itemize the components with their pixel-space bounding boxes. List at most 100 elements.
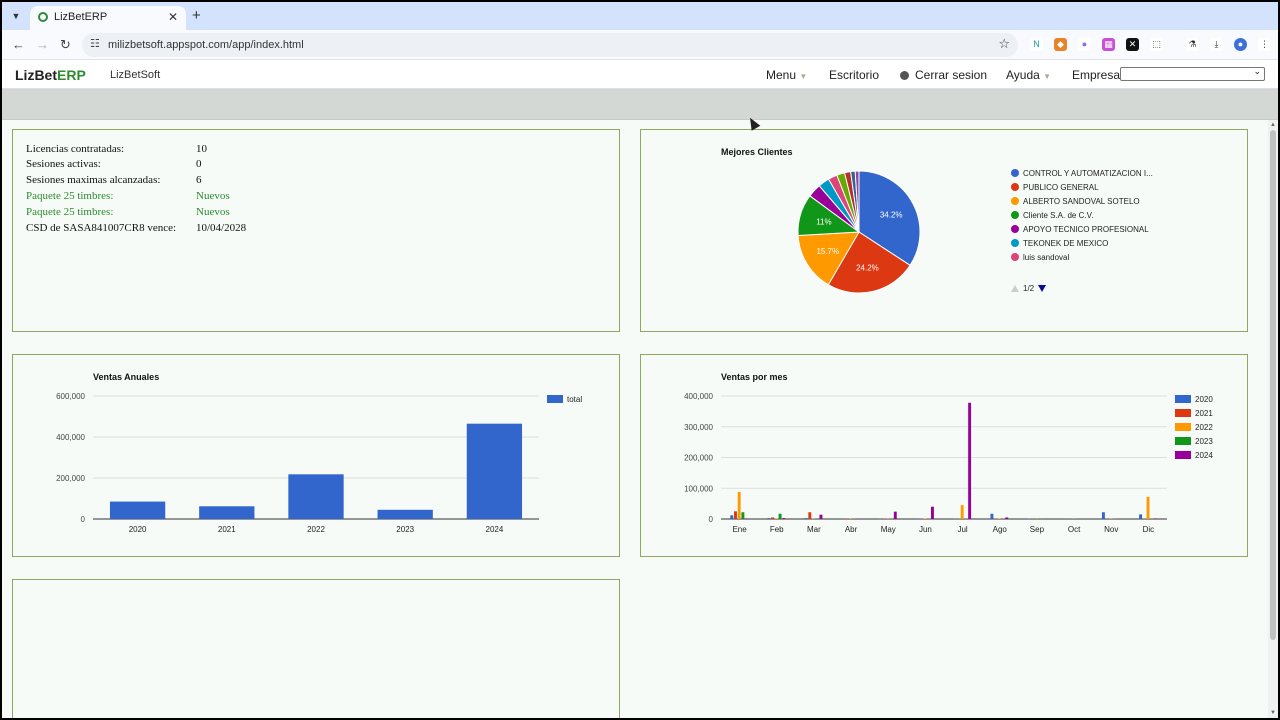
legend-entry[interactable]: PUBLICO GENERAL (1023, 183, 1099, 192)
x-tick-label: Sep (1030, 525, 1045, 534)
extension-cloud-icon[interactable]: ● (1078, 38, 1091, 51)
legend-entry[interactable]: APOYO TECNICO PROFESIONAL (1023, 225, 1149, 234)
extension-capture-icon[interactable]: ✕ (1126, 38, 1139, 51)
metamask-fox-icon[interactable]: ◆ (1054, 38, 1067, 51)
bar[interactable] (960, 505, 964, 519)
legend-entry[interactable]: 2023 (1195, 437, 1213, 446)
bar[interactable] (778, 513, 782, 519)
bar[interactable] (923, 518, 927, 519)
x-tick-label: Jul (957, 525, 967, 534)
pie-slice-label: 15.7% (816, 247, 839, 256)
legend-entry[interactable]: ALBERTO SANDOVAL SOTELO (1023, 197, 1140, 206)
y-tick-label: 0 (709, 515, 714, 524)
legend-entry[interactable]: 2020 (1195, 395, 1213, 404)
extension-n-icon[interactable]: N (1030, 38, 1043, 51)
bar[interactable] (968, 402, 972, 519)
extensions-puzzle-icon[interactable]: ⬚ (1150, 38, 1163, 51)
bar[interactable] (990, 513, 994, 519)
bar[interactable] (741, 512, 745, 519)
ayuda-dropdown[interactable]: Ayuda ▼ (1006, 68, 1051, 82)
download-icon[interactable]: ⤓ (1210, 38, 1223, 51)
bar[interactable] (1101, 512, 1105, 519)
app-logo[interactable]: LizBetERP (15, 67, 86, 83)
bar[interactable] (109, 501, 166, 519)
browser-tab[interactable]: LizBetERP ✕ (30, 6, 186, 30)
x-tick-label: Ene (732, 525, 747, 534)
scroll-up-icon[interactable]: ▲ (1270, 122, 1276, 128)
escritorio-link[interactable]: Escritorio (829, 68, 879, 82)
scrollbar-thumb[interactable] (1270, 130, 1276, 640)
site-info-icon[interactable]: ☷ (90, 37, 100, 50)
bar[interactable] (893, 511, 897, 519)
bar[interactable] (1139, 514, 1143, 519)
bar[interactable] (804, 518, 808, 519)
info-value: Nuevos (196, 206, 230, 218)
legend-marker (1011, 183, 1019, 191)
bar[interactable] (997, 518, 1001, 519)
back-arrow-icon[interactable]: ← (12, 37, 25, 52)
legend-entry[interactable]: CONTROL Y AUTOMATIZACION I... (1023, 169, 1153, 178)
x-tick-label: 2023 (396, 525, 414, 534)
new-tab-button[interactable]: + (192, 7, 201, 24)
bar[interactable] (1146, 496, 1150, 519)
best-clients-panel: Mejores Clientes 34.2% 24.2% 15.7% 11% CONTR… (640, 129, 1248, 332)
x-tick-label: Jun (919, 525, 932, 534)
browser-menu-icon[interactable]: ⋮ (1258, 38, 1271, 51)
legend-prev-icon[interactable] (1011, 285, 1019, 292)
bar[interactable] (841, 518, 845, 519)
bar[interactable] (745, 518, 749, 519)
logout-link[interactable]: Cerrar sesion (900, 68, 987, 82)
y-tick-label: 100,000 (684, 484, 713, 493)
bar[interactable] (916, 518, 920, 519)
bar[interactable] (199, 506, 255, 519)
address-bar[interactable]: ☷ milizbetsoft.appspot.com/app/index.htm… (82, 33, 1018, 57)
labs-flask-icon[interactable]: ⚗ (1186, 38, 1199, 51)
info-label: CSD de SASA841007CR8 vence: (26, 222, 177, 234)
close-tab-icon[interactable]: ✕ (168, 10, 178, 24)
extension-grid-icon[interactable]: ▦ (1102, 38, 1115, 51)
bar[interactable] (1153, 518, 1157, 519)
legend-entry[interactable]: total (567, 395, 582, 404)
legend-entry[interactable]: 2024 (1195, 451, 1213, 460)
info-row: Sesiones maximas alcanzadas: 6 (26, 174, 202, 186)
legend-entry[interactable]: luis sandoval (1023, 253, 1069, 262)
logout-label: Cerrar sesion (915, 68, 988, 82)
brand-erp: ERP (57, 67, 86, 83)
tab-search-chevron-icon[interactable]: ▼ (8, 8, 24, 24)
bar[interactable] (782, 518, 786, 519)
bar[interactable] (819, 514, 823, 519)
profile-avatar-icon[interactable]: ● (1234, 38, 1247, 51)
bar[interactable] (815, 518, 819, 519)
bar[interactable] (730, 515, 734, 519)
bar[interactable] (808, 512, 812, 519)
bookmark-star-icon[interactable]: ☆ (998, 36, 1010, 52)
legend-entry[interactable]: 2021 (1195, 409, 1213, 418)
forward-arrow-icon[interactable]: → (36, 37, 49, 52)
bar[interactable] (845, 518, 849, 519)
legend-next-icon[interactable] (1038, 285, 1046, 292)
bar[interactable] (767, 518, 771, 519)
bar[interactable] (734, 511, 737, 519)
bar[interactable] (466, 423, 523, 519)
page-scrollbar[interactable]: ▲ ▼ (1268, 120, 1278, 718)
gear-icon (900, 71, 909, 80)
bar[interactable] (377, 509, 433, 519)
bar[interactable] (930, 506, 934, 519)
legend-marker (1011, 253, 1019, 261)
legend-entry[interactable]: TEKONEK DE MEXICO (1023, 239, 1108, 248)
legend-marker (1011, 211, 1019, 219)
reload-icon[interactable]: ↻ (60, 37, 71, 53)
legend-entry[interactable]: 2022 (1195, 423, 1213, 432)
info-row[interactable]: Paquete 25 timbres: Nuevos (26, 206, 230, 218)
info-row[interactable]: Paquete 25 timbres: Nuevos (26, 190, 230, 202)
empresa-select[interactable]: ⌄ (1120, 66, 1265, 81)
menu-dropdown[interactable]: Menu ▼ (766, 68, 807, 82)
bar[interactable] (774, 518, 778, 519)
bar[interactable] (771, 517, 775, 519)
bar[interactable] (737, 491, 741, 519)
bar[interactable] (1005, 517, 1009, 519)
scroll-down-icon[interactable]: ▼ (1270, 710, 1276, 716)
bar[interactable] (288, 474, 344, 519)
legend-marker (1011, 197, 1019, 205)
legend-entry[interactable]: Cliente S.A. de C.V. (1023, 211, 1093, 220)
